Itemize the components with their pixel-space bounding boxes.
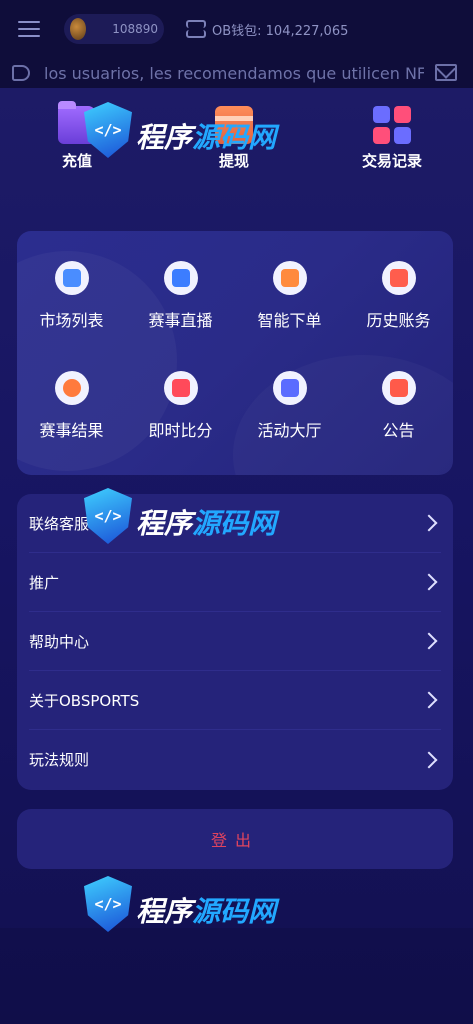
watermark-logo: </> 程序源码网: [84, 482, 294, 562]
feature-live-score[interactable]: 即时比分: [126, 371, 235, 441]
feature-label: 市场列表: [39, 311, 104, 330]
menu-item-label: 玩法规则: [29, 751, 90, 769]
marquee-text: los usuarios, les recomendamos que utili…: [44, 63, 424, 83]
chevron-right-icon: [420, 632, 438, 650]
quick-action-transactions[interactable]: 交易记录: [332, 106, 452, 171]
code-shield-icon: </>: [84, 102, 132, 158]
menu-item-label: 关于OBSPORTS: [29, 691, 140, 710]
menu-item-about[interactable]: 关于OBSPORTS: [29, 671, 441, 730]
code-shield-icon: </>: [84, 876, 132, 932]
chevron-right-icon: [420, 514, 438, 532]
feature-results[interactable]: 赛事结果: [17, 371, 126, 441]
chevron-right-icon: [420, 573, 438, 591]
feature-market-list[interactable]: 市场列表: [17, 261, 126, 331]
watermark-logo: </> 程序源码网: [84, 96, 294, 176]
app-top-bar: 108890 OB钱包: 104,227,065: [0, 0, 473, 58]
feature-label: 即时比分: [148, 421, 213, 440]
feature-smart-order[interactable]: 智能下单: [235, 261, 344, 331]
speaker-icon: [12, 65, 30, 81]
balance-value: 108890: [112, 22, 158, 36]
code-shield-icon: </>: [84, 488, 132, 544]
star-icon: [54, 371, 89, 405]
flag-icon: [272, 371, 307, 405]
feature-label: 历史账务: [366, 311, 431, 330]
menu-item-rules[interactable]: 玩法规则: [29, 730, 441, 789]
avatar: [70, 18, 87, 40]
feature-label: 赛事结果: [39, 421, 104, 440]
chevron-right-icon: [420, 691, 438, 709]
logout-button[interactable]: 登出: [17, 809, 453, 869]
watermark-text: 程序源码网: [136, 507, 277, 540]
watermark-logo: </> 程序源码网: [84, 870, 294, 950]
mail-icon[interactable]: [435, 64, 457, 81]
feature-label: 赛事直播: [148, 311, 213, 330]
watermark-text: 程序源码网: [136, 121, 277, 154]
feature-history[interactable]: 历史账务: [344, 261, 453, 331]
tv-icon: [163, 261, 198, 295]
quick-action-label: 交易记录: [361, 152, 422, 170]
swap-icon: [184, 20, 206, 38]
chevron-right-icon: [420, 751, 438, 768]
wallet-label: OB钱包: 104,227,065: [212, 23, 349, 39]
feature-grid-card: 市场列表 赛事直播 智能下单 历史账务 赛事结果 即时比分 活动大厅 公告: [17, 231, 453, 475]
watermark-text: 程序源码网: [136, 895, 277, 928]
wallet-info[interactable]: OB钱包: 104,227,065: [184, 20, 348, 39]
feature-events-hall[interactable]: 活动大厅: [235, 371, 344, 441]
document-icon: [54, 261, 89, 295]
scoreboard-icon: [163, 371, 198, 405]
feature-label: 活动大厅: [257, 421, 322, 440]
menu-item-help-center[interactable]: 帮助中心: [29, 612, 441, 671]
grid-icon: [373, 106, 411, 144]
hamburger-menu-icon[interactable]: [18, 21, 40, 37]
edit-icon: [272, 261, 307, 295]
megaphone-icon: [381, 371, 416, 405]
feature-live-stream[interactable]: 赛事直播: [126, 261, 235, 331]
clock-icon: [381, 261, 416, 295]
menu-item-label: 推广: [29, 573, 60, 592]
announcement-marquee[interactable]: los usuarios, les recomendamos que utili…: [0, 58, 473, 88]
feature-announcements[interactable]: 公告: [344, 371, 453, 441]
menu-item-label: 联络客服: [29, 514, 90, 533]
menu-item-label: 帮助中心: [29, 632, 90, 651]
feature-label: 智能下单: [257, 311, 322, 330]
balance-pill[interactable]: 108890: [64, 14, 164, 44]
feature-label: 公告: [382, 421, 415, 440]
